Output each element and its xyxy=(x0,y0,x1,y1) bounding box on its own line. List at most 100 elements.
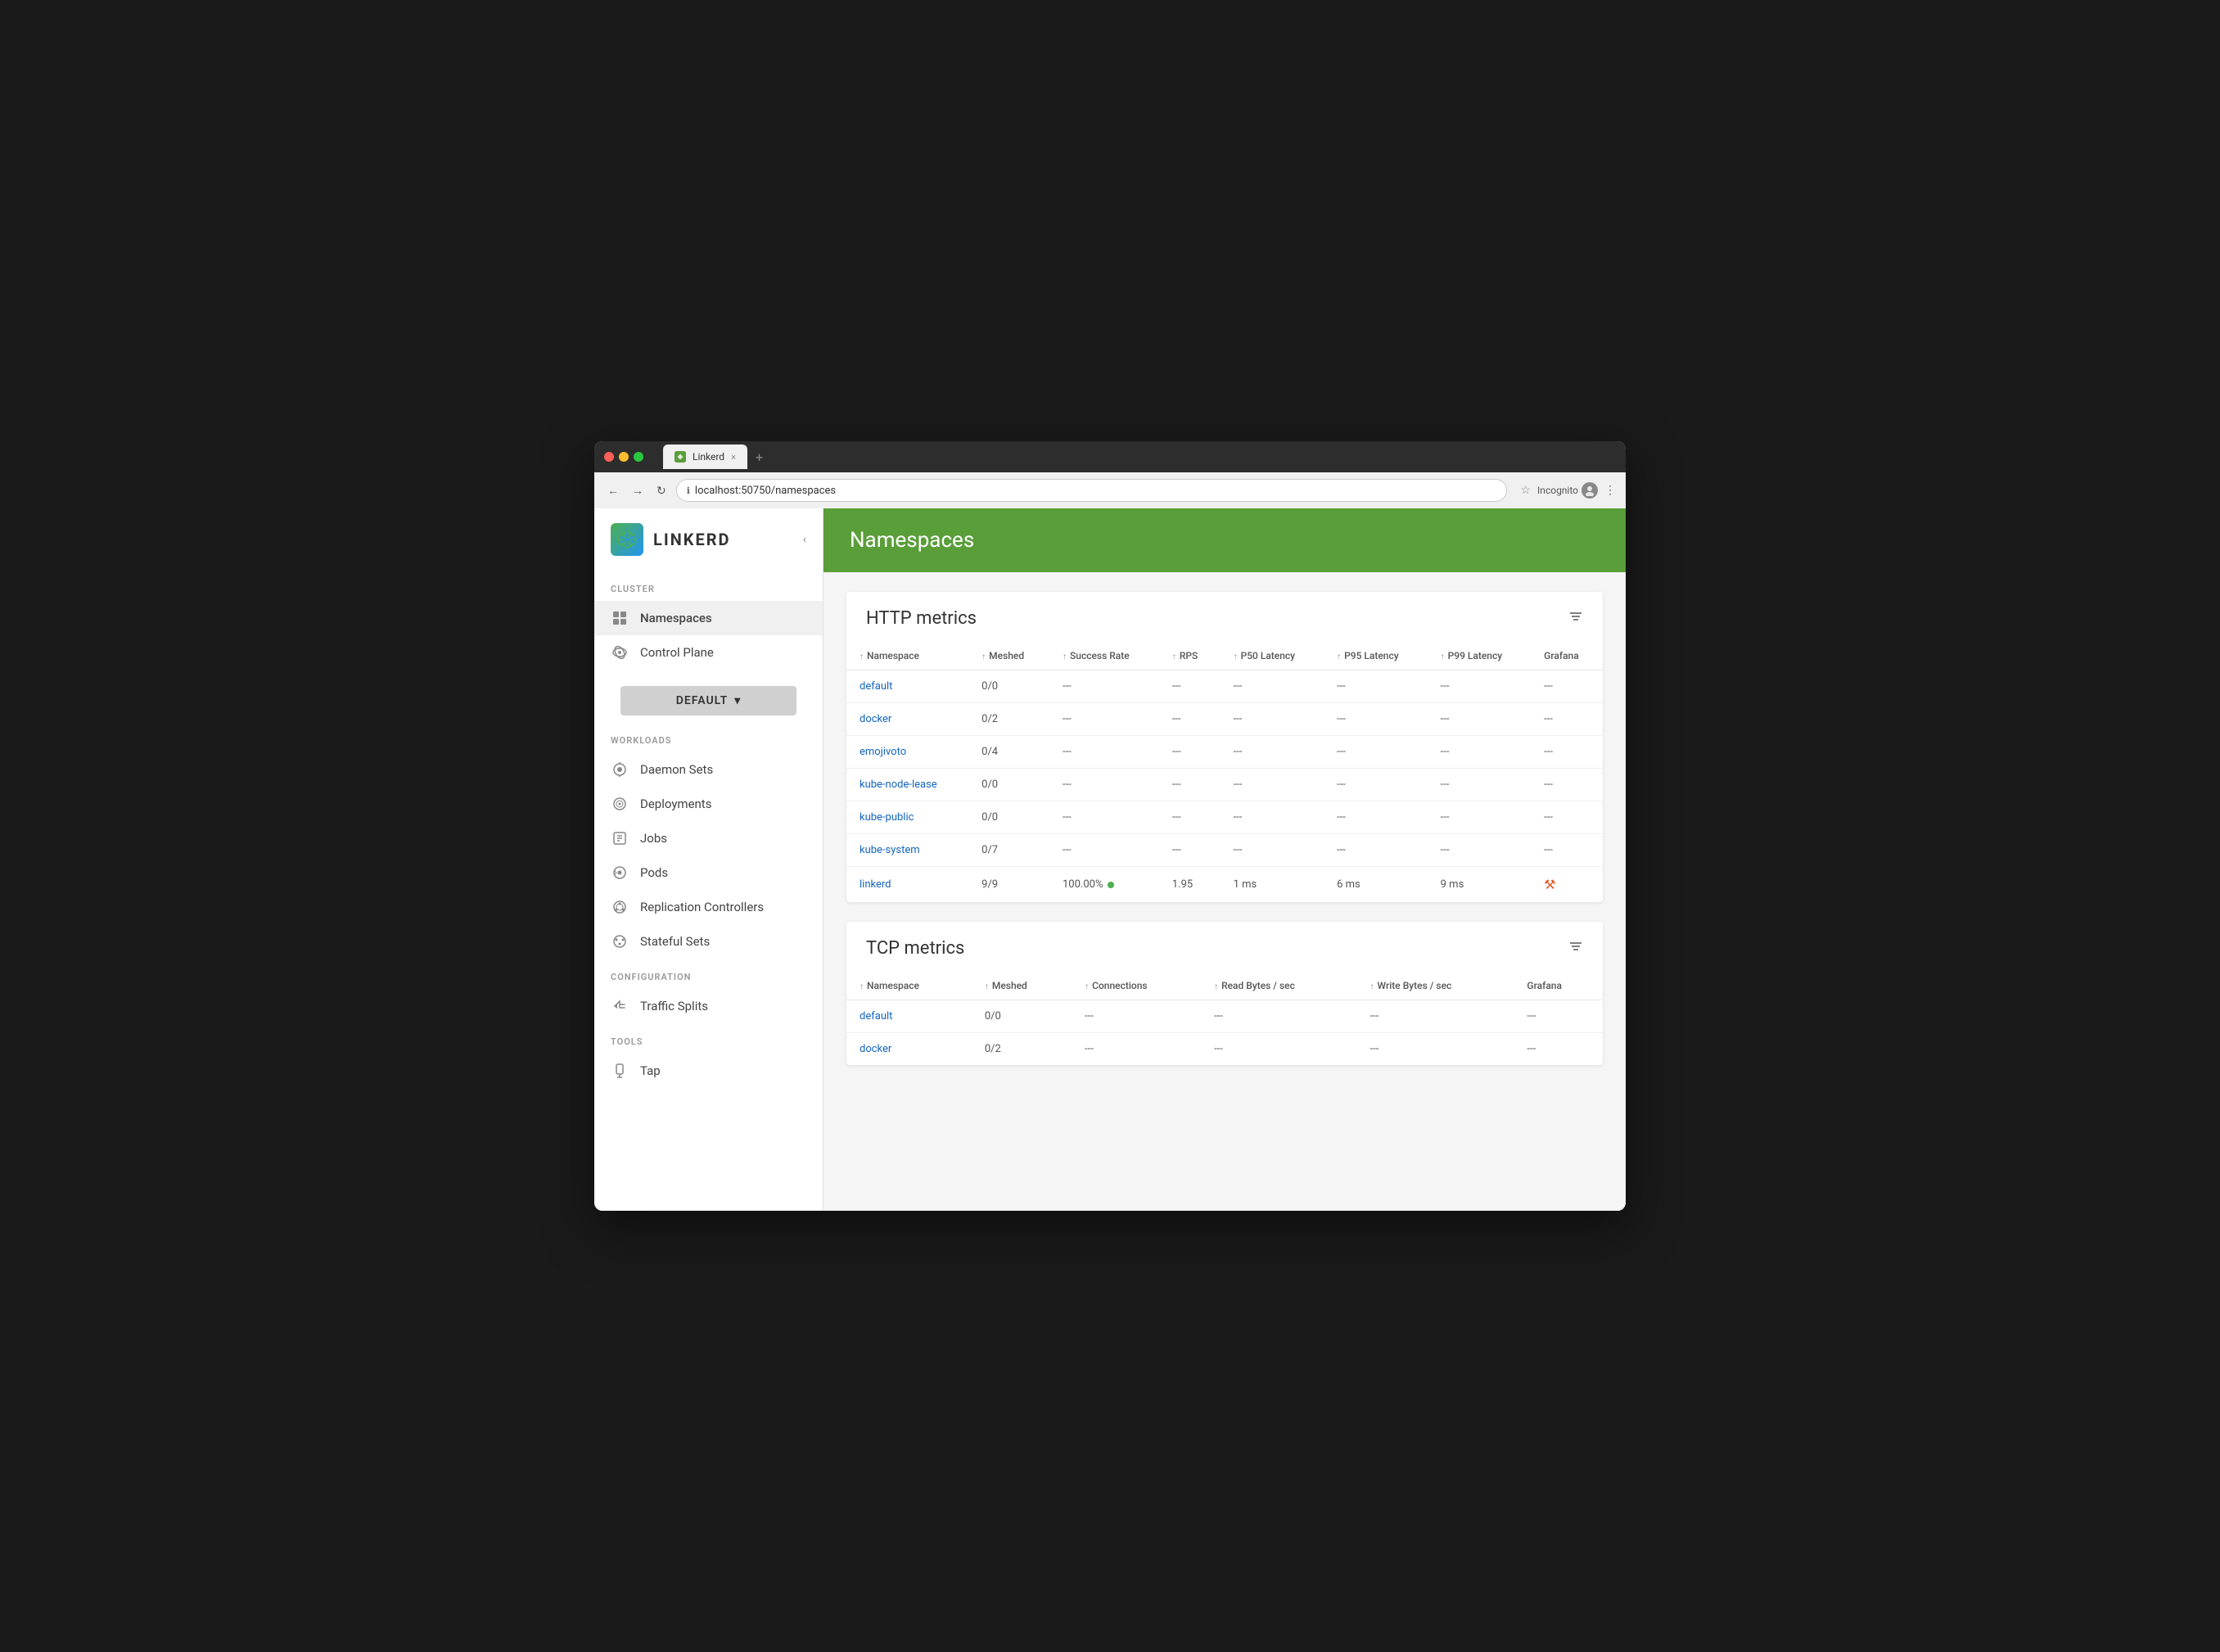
stateful-sets-label: Stateful Sets xyxy=(640,934,710,949)
rps-cell: --- xyxy=(1159,769,1221,801)
th-rps: ↑RPS xyxy=(1159,642,1221,670)
p95-cell: --- xyxy=(1324,769,1428,801)
sidebar-item-jobs[interactable]: Jobs xyxy=(594,821,823,855)
maximize-button[interactable] xyxy=(634,452,643,462)
grafana-cell: --- xyxy=(1531,834,1603,867)
http-metrics-table: ↑Namespace ↑Meshed ↑Success Rate ↑RPS ↑P… xyxy=(846,642,1603,902)
content-area: HTTP metrics ↑Namespace xyxy=(823,572,1626,1085)
tcp-th-write-bytes: ↑Write Bytes / sec xyxy=(1357,972,1514,1000)
namespace-selector[interactable]: DEFAULT ▾ xyxy=(620,686,796,715)
p50-cell: --- xyxy=(1221,834,1324,867)
sidebar-item-namespaces[interactable]: Namespaces xyxy=(594,601,823,635)
traffic-lights xyxy=(604,452,643,462)
minimize-button[interactable] xyxy=(619,452,629,462)
active-tab[interactable]: Linkerd × xyxy=(663,445,747,469)
connections-cell: --- xyxy=(1072,1033,1201,1066)
sidebar-item-replication-controllers[interactable]: Replication Controllers xyxy=(594,890,823,924)
table-row: emojivoto 0/4 --- --- --- --- --- --- xyxy=(846,736,1603,769)
logo-icon xyxy=(611,523,643,556)
success-dot xyxy=(1108,882,1114,888)
close-button[interactable] xyxy=(604,452,614,462)
page-title: Namespaces xyxy=(850,528,1600,553)
p99-cell: --- xyxy=(1428,769,1532,801)
http-metrics-header: HTTP metrics xyxy=(846,592,1603,642)
grafana-cell: --- xyxy=(1531,801,1603,834)
namespace-link[interactable]: docker xyxy=(860,713,891,725)
tab-close-button[interactable]: × xyxy=(731,452,736,463)
new-tab-button[interactable]: + xyxy=(751,449,768,465)
tcp-metrics-card: TCP metrics ↑Namespace xyxy=(846,922,1603,1065)
success-rate-cell: 100.00% xyxy=(1049,867,1159,903)
sidebar-item-traffic-splits[interactable]: Traffic Splits xyxy=(594,989,823,1023)
p50-cell: --- xyxy=(1221,801,1324,834)
namespace-link[interactable]: kube-public xyxy=(860,811,914,824)
sidebar-item-pods[interactable]: Pods xyxy=(594,855,823,890)
grafana-cell: --- xyxy=(1514,1033,1603,1066)
replication-controllers-icon xyxy=(611,898,629,916)
namespace-link[interactable]: default xyxy=(860,680,892,693)
sidebar-item-daemon-sets[interactable]: Daemon Sets xyxy=(594,752,823,787)
sidebar-collapse-button[interactable]: ‹ xyxy=(803,533,806,546)
namespace-link[interactable]: kube-node-lease xyxy=(860,779,937,791)
tcp-metrics-title: TCP metrics xyxy=(866,938,964,959)
namespace-link[interactable]: docker xyxy=(860,1043,891,1055)
bookmark-icon[interactable]: ☆ xyxy=(1520,484,1531,497)
forward-button[interactable]: → xyxy=(629,481,647,500)
back-button[interactable]: ← xyxy=(604,481,622,500)
table-row: kube-node-lease 0/0 --- --- --- --- --- … xyxy=(846,769,1603,801)
namespace-selector-label: DEFAULT xyxy=(676,694,728,707)
cluster-section-label: CLUSTER xyxy=(594,571,823,601)
table-row: kube-system 0/7 --- --- --- --- --- --- xyxy=(846,834,1603,867)
sidebar-item-control-plane[interactable]: Control Plane xyxy=(594,635,823,670)
meshed-cell: 0/0 xyxy=(968,670,1049,703)
tcp-filter-icon[interactable] xyxy=(1568,939,1583,958)
write-bytes-cell: --- xyxy=(1357,1033,1514,1066)
grafana-cell: --- xyxy=(1531,703,1603,736)
sidebar-item-deployments[interactable]: Deployments xyxy=(594,787,823,821)
refresh-button[interactable]: ↻ xyxy=(653,481,670,501)
tab-bar: Linkerd × + xyxy=(663,445,1616,469)
p95-cell: --- xyxy=(1324,670,1428,703)
namespace-link[interactable]: kube-system xyxy=(860,844,920,856)
rps-cell: --- xyxy=(1159,801,1221,834)
stateful-sets-icon xyxy=(611,932,629,950)
title-bar: Linkerd × + xyxy=(594,441,1626,472)
http-filter-icon[interactable] xyxy=(1568,609,1583,628)
grafana-icon[interactable]: ⚒ xyxy=(1544,877,1555,892)
namespace-link[interactable]: default xyxy=(860,1010,892,1022)
namespace-cell: kube-system xyxy=(846,834,968,867)
th-success-rate: ↑Success Rate xyxy=(1049,642,1159,670)
tap-label: Tap xyxy=(640,1063,661,1078)
grafana-cell: --- xyxy=(1531,736,1603,769)
namespace-link[interactable]: emojivoto xyxy=(860,746,906,758)
sidebar-item-tap[interactable]: Tap xyxy=(594,1054,823,1088)
daemon-sets-icon xyxy=(611,761,629,779)
namespace-cell: default xyxy=(846,1000,972,1033)
meshed-cell: 0/2 xyxy=(972,1033,1072,1066)
p99-cell: --- xyxy=(1428,801,1532,834)
success-rate-cell: --- xyxy=(1049,834,1159,867)
table-row: docker 0/2 --- --- --- --- xyxy=(846,1033,1603,1066)
sidebar-item-stateful-sets[interactable]: Stateful Sets xyxy=(594,924,823,959)
url-bar[interactable]: ℹ localhost:50750/namespaces xyxy=(676,479,1508,502)
tap-icon xyxy=(611,1062,629,1080)
table-row: linkerd 9/9 100.00% 1.95 1 ms 6 ms 9 ms … xyxy=(846,867,1603,903)
p50-cell: --- xyxy=(1221,703,1324,736)
meshed-cell: 9/9 xyxy=(968,867,1049,903)
namespace-link[interactable]: linkerd xyxy=(860,878,891,891)
replication-controllers-label: Replication Controllers xyxy=(640,900,764,914)
incognito-avatar xyxy=(1582,482,1598,499)
p95-cell: --- xyxy=(1324,703,1428,736)
info-icon: ℹ xyxy=(687,485,690,496)
pods-label: Pods xyxy=(640,865,668,880)
rps-cell: --- xyxy=(1159,670,1221,703)
http-metrics-title: HTTP metrics xyxy=(866,608,977,629)
jobs-label: Jobs xyxy=(640,831,667,846)
browser-menu-button[interactable]: ⋮ xyxy=(1604,484,1616,497)
page-header: Namespaces xyxy=(823,508,1626,572)
pods-icon xyxy=(611,864,629,882)
success-rate-cell: --- xyxy=(1049,801,1159,834)
namespace-cell: kube-public xyxy=(846,801,968,834)
table-row: default 0/0 --- --- --- --- xyxy=(846,1000,1603,1033)
configuration-section-label: CONFIGURATION xyxy=(594,959,823,989)
